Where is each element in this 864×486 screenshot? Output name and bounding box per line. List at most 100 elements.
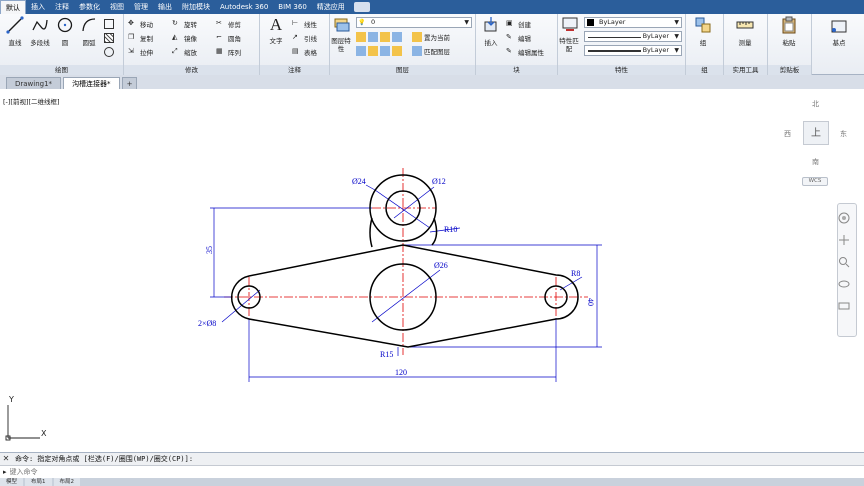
layer-dropdown[interactable]: 💡 0 ▼ <box>356 17 472 28</box>
pan-icon[interactable] <box>838 234 850 246</box>
tab-view[interactable]: 视图 <box>105 0 129 14</box>
array-button[interactable]: ▦ 阵列 <box>216 46 241 58</box>
tab-bim360[interactable]: BIM 360 <box>273 0 312 14</box>
linetype-dropdown[interactable]: ByLayer ▼ <box>584 31 682 42</box>
polyline-button[interactable]: 多段线 <box>27 16 53 47</box>
match-layer-button[interactable]: 匹配图层 <box>412 45 450 57</box>
wcs-menu[interactable]: WCS <box>802 177 828 186</box>
line-button[interactable]: 直线 <box>2 16 28 47</box>
navigation-bar <box>837 203 857 337</box>
tab-featured-apps[interactable]: 精选应用 <box>312 0 350 14</box>
tab-insert[interactable]: 插入 <box>26 0 50 14</box>
rotate-button[interactable]: ↻ 旋转 <box>172 18 197 30</box>
drawing-area[interactable]: [-][前视][二维线框] Ø24 Ø12 R10 Ø26 R8 2×Ø8 35… <box>0 89 864 452</box>
dim-d24-label: Ø24 <box>352 177 366 186</box>
match-properties-button[interactable]: 特性匹配 <box>559 16 581 53</box>
tab-home[interactable]: 默认 <box>0 0 26 14</box>
move-button[interactable]: ✥ 移动 <box>128 18 153 30</box>
viewcube-top-face[interactable]: 上 <box>803 121 829 145</box>
measure-button[interactable]: 测量 <box>732 16 758 47</box>
layout-tab-model[interactable]: 模型 <box>0 478 24 486</box>
set-current-icon <box>412 32 422 42</box>
viewcube-east[interactable]: 东 <box>840 129 847 139</box>
set-current-button[interactable]: 置为当前 <box>412 31 450 43</box>
create-block-button[interactable]: ▣ 创建 <box>506 18 531 30</box>
edit-attributes-icon: ✎ <box>506 47 512 55</box>
modify-panel: ✥ 移动 ↻ 旋转 ✂ 修剪 ❐ 复制 ◭ 镜像 ⌐ 圆角 ⇲ 拉伸 ⤢ 缩放 ▦ 阵列 修改 <box>124 14 260 75</box>
showmotion-icon[interactable] <box>838 300 850 312</box>
tab-addins[interactable]: 附加模块 <box>177 0 215 14</box>
tab-autodesk360[interactable]: Autodesk 360 <box>215 0 273 14</box>
command-prompt-icon[interactable]: ▸ <box>3 468 7 476</box>
linetype-preview <box>588 37 641 38</box>
fillet-icon: ⌐ <box>216 33 222 41</box>
viewcube-south[interactable]: 南 <box>812 157 819 167</box>
ribbon-tab-bar: 默认 插入 注释 参数化 视图 管理 输出 附加模块 Autodesk 360 … <box>0 0 864 14</box>
ribbon-toggle-button[interactable] <box>353 2 370 12</box>
command-input[interactable] <box>9 468 410 476</box>
annotation-panel-title[interactable]: 注释 <box>260 65 329 75</box>
lineweight-dropdown[interactable]: ByLayer ▼ <box>584 45 682 56</box>
layout-tab-2[interactable]: 布局2 <box>53 478 81 486</box>
color-dropdown[interactable]: ByLayer ▼ <box>584 17 682 28</box>
chevron-down-icon: ▼ <box>674 47 679 54</box>
viewcube-west[interactable]: 西 <box>784 129 791 139</box>
text-button[interactable]: A 文字 <box>263 16 289 46</box>
tab-output[interactable]: 输出 <box>153 0 177 14</box>
layer-tools-row-1[interactable] <box>356 31 404 43</box>
steering-wheel-icon[interactable] <box>838 212 850 224</box>
new-tab-button[interactable]: + <box>121 77 138 89</box>
base-point-button[interactable]: 基点 <box>826 16 852 47</box>
block-panel-title[interactable]: 块 <box>476 65 557 75</box>
layer-properties-button[interactable]: 图层特性 <box>331 16 353 53</box>
layers-panel-title[interactable]: 图层 <box>330 65 475 75</box>
center-lines <box>224 168 588 355</box>
edit-block-button[interactable]: ✎ 编辑 <box>506 32 531 44</box>
command-history-text: 命令: 指定对角点或 [栏选(F)/圈围(WP)/圈交(CP)]: <box>15 455 194 463</box>
block-panel: 插入 ▣ 创建 ✎ 编辑 ✎ 编辑属性 块 <box>476 14 558 75</box>
groups-panel-title[interactable]: 组 <box>686 65 723 75</box>
close-icon[interactable]: ✕ <box>0 453 12 465</box>
table-icon: ▤ <box>292 47 299 55</box>
table-button[interactable]: ▤ 表格 <box>292 46 317 58</box>
properties-panel-title[interactable]: 特性 <box>558 65 685 75</box>
group-button[interactable]: 组 <box>690 16 716 47</box>
insert-block-button[interactable]: 插入 <box>478 16 504 47</box>
tab-parametric[interactable]: 参数化 <box>74 0 105 14</box>
dim-r10-label: R10 <box>444 225 457 234</box>
draw-panel: 直线 多段线 圆 圆弧 绘图 <box>0 14 124 75</box>
orbit-icon[interactable] <box>838 278 850 290</box>
stretch-button[interactable]: ⇲ 拉伸 <box>128 46 153 58</box>
hatch-button[interactable] <box>104 32 116 44</box>
ucs-x-label: X <box>41 429 47 438</box>
scale-button[interactable]: ⤢ 缩放 <box>172 46 197 58</box>
edit-attributes-button[interactable]: ✎ 编辑属性 <box>506 46 544 58</box>
left-fillet-r10 <box>369 217 373 248</box>
layout-tab-1[interactable]: 布局1 <box>25 478 52 486</box>
utilities-panel-title[interactable]: 实用工具 <box>724 65 767 75</box>
leader-button[interactable]: ↗ 引线 <box>292 32 317 44</box>
tab-manage[interactable]: 管理 <box>129 0 153 14</box>
rectangle-button[interactable] <box>104 18 116 30</box>
doc-tab-drawing1[interactable]: Drawing1* <box>6 77 62 89</box>
copy-button[interactable]: ❐ 复制 <box>128 32 153 44</box>
ellipse-button[interactable] <box>104 46 116 58</box>
doc-tab-groove-connector[interactable]: 沟槽连接器* <box>63 77 120 89</box>
clipboard-panel-title[interactable]: 剪贴板 <box>768 65 811 75</box>
viewcube[interactable]: 北 西 东 南 上 WCS <box>780 95 860 191</box>
circle-button[interactable]: 圆 <box>52 16 78 47</box>
trim-button[interactable]: ✂ 修剪 <box>216 18 241 30</box>
zoom-icon[interactable] <box>838 256 850 268</box>
layer-tools-row-2[interactable] <box>356 45 404 57</box>
linear-dimension-button[interactable]: ⊢ 线性 <box>292 18 317 30</box>
polyline-icon <box>32 19 48 31</box>
tab-annotate[interactable]: 注释 <box>50 0 74 14</box>
paste-button[interactable]: 粘贴 <box>776 16 802 47</box>
chevron-down-icon: ▼ <box>464 19 469 26</box>
modify-panel-title[interactable]: 修改 <box>124 65 259 75</box>
fillet-button[interactable]: ⌐ 圆角 <box>216 32 241 44</box>
arc-button[interactable]: 圆弧 <box>76 16 102 47</box>
draw-panel-title[interactable]: 绘图 <box>0 65 123 75</box>
mirror-button[interactable]: ◭ 镜像 <box>172 32 197 44</box>
viewcube-north[interactable]: 北 <box>812 99 819 109</box>
